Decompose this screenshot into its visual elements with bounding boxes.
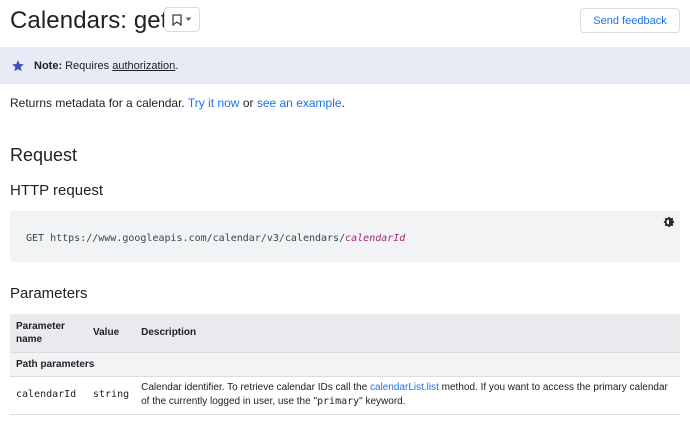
bookmark-button[interactable] [164, 7, 200, 32]
param-name: calendarId [10, 376, 87, 415]
bookmark-icon [172, 13, 182, 26]
calendarlist-list-link[interactable]: calendarList.list [370, 382, 439, 393]
send-feedback-button[interactable]: Send feedback [580, 8, 680, 33]
see-example-link[interactable]: see an example [257, 96, 342, 110]
note-text: Requires [65, 59, 110, 72]
table-row: calendarId string Calendar identifier. T… [10, 376, 680, 415]
authorization-link[interactable]: authorization [112, 60, 175, 72]
http-url: https://www.googleapis.com/calendar/v3/c… [50, 233, 346, 244]
header-value: Value [87, 314, 136, 353]
section-request-heading: Request [10, 145, 78, 165]
param-type: string [87, 376, 136, 415]
http-request-code-block: GET https://www.googleapis.com/calendar/… [10, 211, 680, 262]
chevron-down-icon [185, 17, 192, 21]
description-or: or [242, 96, 254, 110]
primary-keyword: primary [317, 396, 360, 407]
page-title: Calendars: get [10, 7, 168, 34]
theme-toggle-icon[interactable] [663, 216, 675, 228]
header-parameter-name: Parameter name [10, 314, 87, 353]
star-icon [12, 59, 24, 71]
page-description: Returns metadata for a calendar. Try it … [10, 96, 345, 110]
note-trailing: . [175, 59, 179, 72]
param-desc-text-3: " keyword. [359, 396, 406, 407]
param-description: Calendar identifier. To retrieve calenda… [135, 376, 680, 415]
header-description: Description [135, 314, 680, 353]
description-text: Returns metadata for a calendar. [10, 96, 185, 110]
table-group-row: Path parameters [10, 352, 680, 377]
section-parameters-heading: Parameters [10, 285, 88, 302]
http-url-variable: calendarId [345, 233, 406, 244]
try-it-now-link[interactable]: Try it now [188, 96, 240, 110]
note-label: Note: [34, 59, 63, 72]
description-trailing: . [341, 96, 345, 110]
http-request-line: GET https://www.googleapis.com/calendar/… [26, 233, 405, 244]
param-desc-text: Calendar identifier. To retrieve calenda… [141, 382, 370, 393]
table-header-row: Parameter name Value Description [10, 314, 680, 353]
section-http-request-heading: HTTP request [10, 182, 104, 199]
path-parameters-label: Path parameters [10, 352, 680, 377]
authorization-note: Note: Requires authorization. [0, 47, 690, 84]
http-method: GET [26, 233, 45, 244]
parameters-table: Parameter name Value Description Path pa… [10, 314, 680, 415]
